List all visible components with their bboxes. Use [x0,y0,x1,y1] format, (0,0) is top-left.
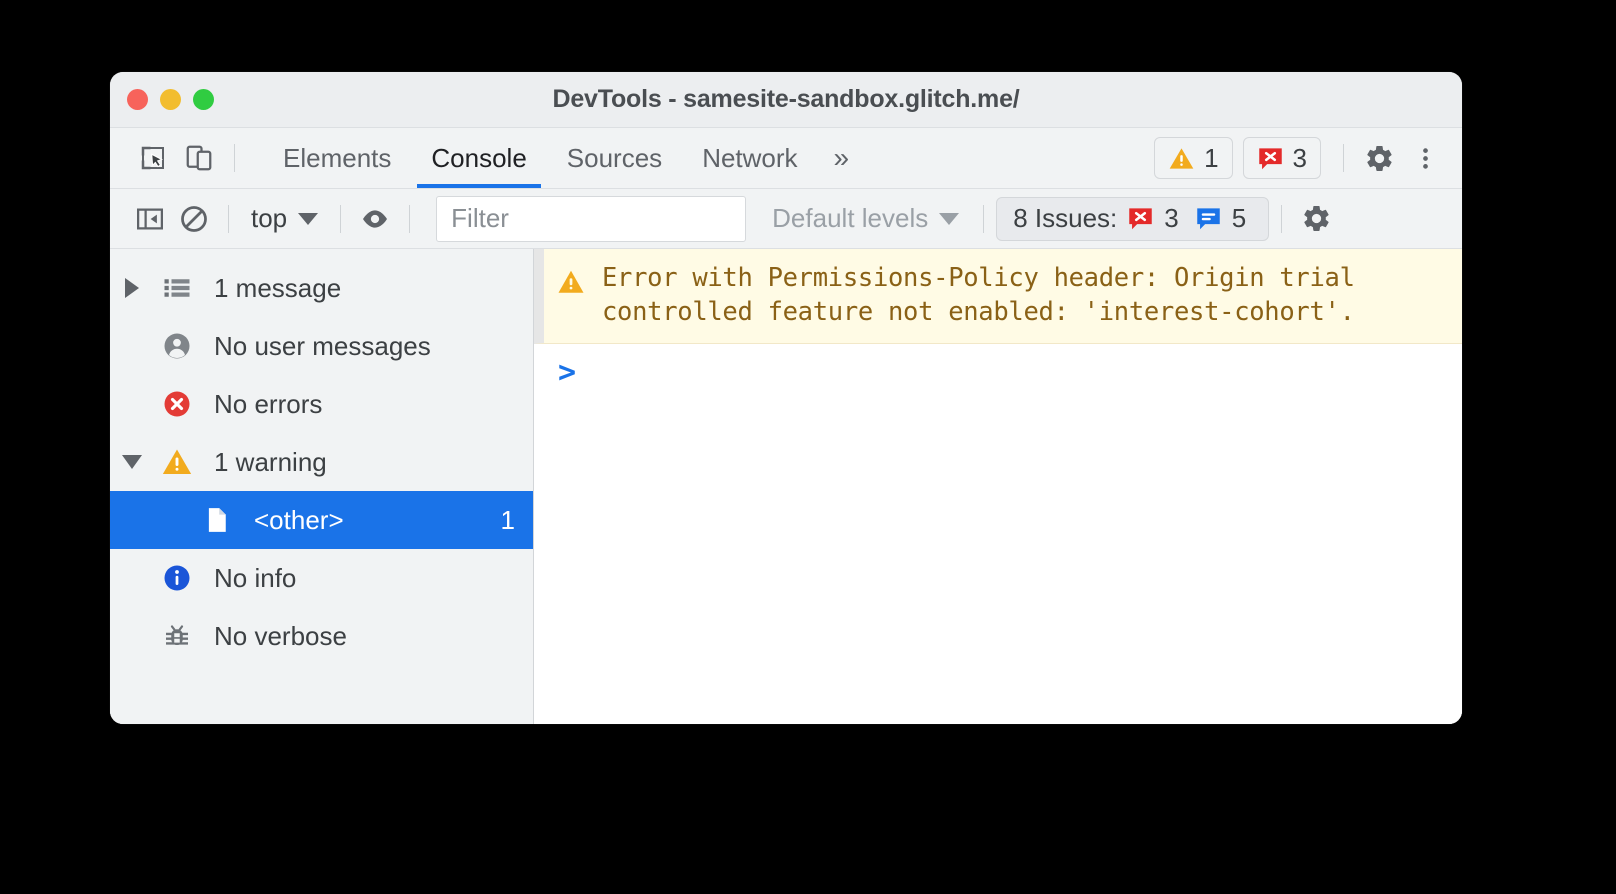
chevron-down-icon [298,212,319,225]
show-console-sidebar-icon[interactable] [128,197,172,241]
tab-elements-label: Elements [283,142,392,173]
console-settings-gear-icon[interactable] [1294,197,1338,241]
info-icon [154,563,200,593]
issues-badge[interactable]: 8 Issues: 3 5 [996,196,1270,241]
error-count-label: 3 [1292,142,1307,173]
sidebar-item-messages[interactable]: 1 message [110,259,533,317]
screen-root: DevTools - samesite-sandbox.glitch.me/ E… [0,0,1616,894]
warning-count-label: 1 [1204,142,1219,173]
tab-console[interactable]: Console [411,128,546,188]
console-toolbar-divider-2 [340,204,342,233]
sidebar-item-label: No user messages [214,330,431,361]
error-icon [154,389,200,419]
sidebar-item-label: 1 message [214,272,342,303]
console-toolbar-divider-5 [1281,204,1283,233]
sidebar-item-label: No verbose [214,620,347,651]
warning-icon [154,446,200,478]
console-sidebar: 1 message No user messages No errors 1 w… [110,249,534,724]
issues-error-count: 3 [1164,203,1179,233]
window-title: DevTools - samesite-sandbox.glitch.me/ [552,85,1020,113]
chevron-down-icon [939,212,960,225]
tab-console-label: Console [431,142,527,173]
live-expression-icon[interactable] [353,197,397,241]
list-icon [154,273,200,303]
console-toolbar-divider-1 [228,204,229,233]
sidebar-item-label: <other> [254,504,344,535]
close-window-button[interactable] [127,89,148,110]
error-icon [1129,208,1153,230]
warning-icon [556,261,598,329]
gear-icon[interactable] [1356,135,1402,181]
console-message-text: Error with Permissions-Policy header: Or… [602,263,1355,327]
collapse-twisty-icon[interactable] [110,455,154,469]
toolbar-divider [234,144,235,172]
expand-twisty-icon[interactable] [110,278,154,298]
tab-network[interactable]: Network [682,128,817,188]
device-toolbar-icon[interactable] [176,135,222,181]
tab-sources-label: Sources [566,142,663,173]
sidebar-item-other[interactable]: <other> 1 [110,491,533,549]
console-body: 1 message No user messages No errors 1 w… [110,249,1462,724]
more-options-icon[interactable] [1402,135,1448,181]
console-toolbar: top Default levels 8 Issues: [110,189,1462,249]
console-toolbar-divider-4 [983,204,985,233]
execution-context-label: top [251,203,288,233]
prompt-chevron-icon: > [558,355,577,390]
sidebar-item-user-messages[interactable]: No user messages [110,317,533,375]
sidebar-item-label: 1 warning [214,446,327,477]
window-titlebar: DevTools - samesite-sandbox.glitch.me/ [110,72,1462,128]
document-icon [194,505,240,535]
issues-label: 8 Issues: [1013,203,1118,233]
console-prompt[interactable]: > [534,344,1462,404]
bug-icon [154,621,200,651]
error-count-badge[interactable]: 3 [1242,137,1321,179]
minimize-window-button[interactable] [160,89,181,110]
log-levels-label: Default levels [772,203,929,233]
sidebar-item-verbose[interactable]: No verbose [110,607,533,665]
issues-info-count: 5 [1231,203,1247,233]
filter-input[interactable] [436,195,747,242]
info-message-icon [1197,208,1220,230]
console-toolbar-divider-3 [409,204,411,233]
sidebar-item-warnings[interactable]: 1 warning [110,433,533,491]
tab-network-label: Network [702,142,798,173]
traffic-lights [127,89,214,110]
tab-sources[interactable]: Sources [547,128,682,188]
error-icon [1258,147,1282,169]
panel-tabs: Elements Console Sources Network » [263,128,865,188]
log-levels-selector[interactable]: Default levels [760,203,971,234]
sidebar-item-label: No info [214,562,297,593]
devtools-tabbar: Elements Console Sources Network » 1 3 [110,128,1462,189]
clear-console-icon[interactable] [172,197,216,241]
tab-elements[interactable]: Elements [263,128,411,188]
inspect-element-icon[interactable] [130,135,176,181]
warning-icon [1169,147,1194,169]
console-output: Error with Permissions-Policy header: Or… [534,249,1462,724]
maximize-window-button[interactable] [193,89,214,110]
tabbar-divider-right [1343,144,1344,172]
sidebar-item-count: 1 [500,504,515,535]
person-icon [154,331,200,361]
execution-context-selector[interactable]: top [241,203,328,234]
warning-count-badge[interactable]: 1 [1154,137,1233,179]
more-tabs-icon[interactable]: » [818,128,866,188]
sidebar-item-label: No errors [214,388,323,419]
sidebar-item-info[interactable]: No info [110,549,533,607]
console-message-warning[interactable]: Error with Permissions-Policy header: Or… [534,249,1462,344]
devtools-window: DevTools - samesite-sandbox.glitch.me/ E… [110,72,1462,724]
sidebar-item-errors[interactable]: No errors [110,375,533,433]
